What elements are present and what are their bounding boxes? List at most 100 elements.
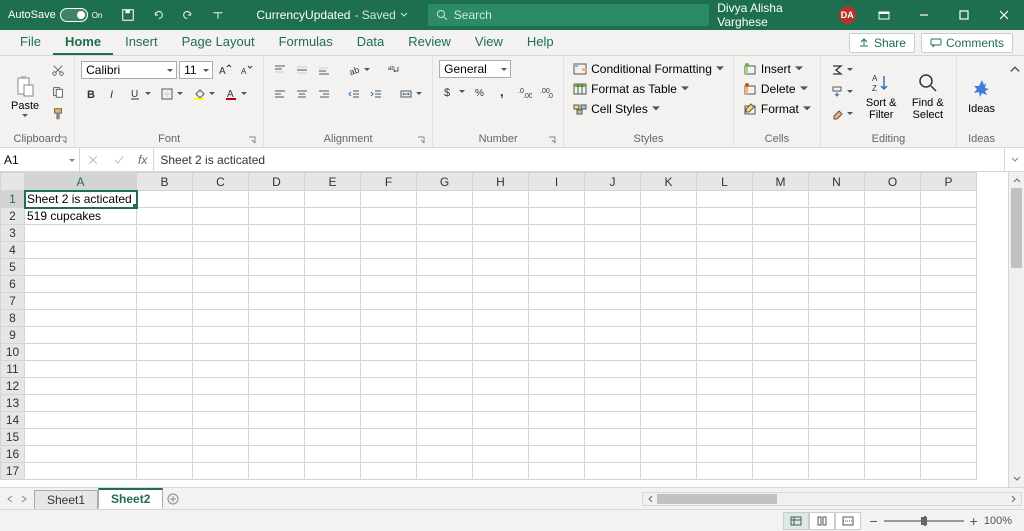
cell-J2[interactable] — [585, 208, 641, 225]
row-header-10[interactable]: 10 — [1, 344, 25, 361]
vertical-scrollbar[interactable] — [1008, 172, 1024, 487]
cell-K9[interactable] — [641, 327, 697, 344]
enter-formula-button[interactable] — [106, 151, 132, 169]
cell-K7[interactable] — [641, 293, 697, 310]
clear-button[interactable] — [827, 104, 857, 124]
search-input[interactable]: Search — [428, 4, 709, 26]
cell-B7[interactable] — [137, 293, 193, 310]
cell-P17[interactable] — [921, 463, 977, 480]
cell-L13[interactable] — [697, 395, 753, 412]
decrease-decimal-button[interactable]: .00.0 — [537, 82, 557, 102]
row-header-11[interactable]: 11 — [1, 361, 25, 378]
cell-H11[interactable] — [473, 361, 529, 378]
cell-B14[interactable] — [137, 412, 193, 429]
fx-icon[interactable]: fx — [132, 153, 153, 167]
increase-decimal-button[interactable]: .0.00 — [515, 82, 535, 102]
cell-D6[interactable] — [249, 276, 305, 293]
cell-D14[interactable] — [249, 412, 305, 429]
alignment-dialog-launcher[interactable] — [416, 135, 426, 145]
sheet-tab-sheet1[interactable]: Sheet1 — [34, 490, 98, 509]
cell-J17[interactable] — [585, 463, 641, 480]
cell-F11[interactable] — [361, 361, 417, 378]
cell-F12[interactable] — [361, 378, 417, 395]
cell-J5[interactable] — [585, 259, 641, 276]
cell-O4[interactable] — [865, 242, 921, 259]
cell-B3[interactable] — [137, 225, 193, 242]
cell-P15[interactable] — [921, 429, 977, 446]
cell-I17[interactable] — [529, 463, 585, 480]
cell-C16[interactable] — [193, 446, 249, 463]
cell-O3[interactable] — [865, 225, 921, 242]
cell-D7[interactable] — [249, 293, 305, 310]
scroll-up-button[interactable] — [1009, 172, 1024, 188]
cell-I10[interactable] — [529, 344, 585, 361]
align-left-button[interactable] — [270, 84, 290, 104]
cell-G17[interactable] — [417, 463, 473, 480]
cell-N5[interactable] — [809, 259, 865, 276]
align-top-button[interactable] — [270, 60, 290, 80]
cell-O8[interactable] — [865, 310, 921, 327]
tab-page-layout[interactable]: Page Layout — [170, 30, 267, 55]
tab-insert[interactable]: Insert — [113, 30, 170, 55]
cell-D8[interactable] — [249, 310, 305, 327]
cell-G11[interactable] — [417, 361, 473, 378]
cell-F5[interactable] — [361, 259, 417, 276]
cell-K14[interactable] — [641, 412, 697, 429]
cell-A7[interactable] — [25, 293, 137, 310]
cell-I2[interactable] — [529, 208, 585, 225]
cell-M15[interactable] — [753, 429, 809, 446]
cell-B8[interactable] — [137, 310, 193, 327]
zoom-out-button[interactable]: − — [869, 513, 877, 529]
cell-A12[interactable] — [25, 378, 137, 395]
cell-K2[interactable] — [641, 208, 697, 225]
bold-button[interactable]: B — [81, 84, 101, 104]
cell-H14[interactable] — [473, 412, 529, 429]
cell-P1[interactable] — [921, 191, 977, 208]
align-middle-button[interactable] — [292, 60, 312, 80]
cell-I16[interactable] — [529, 446, 585, 463]
tab-review[interactable]: Review — [396, 30, 463, 55]
row-header-2[interactable]: 2 — [1, 208, 25, 225]
cell-N11[interactable] — [809, 361, 865, 378]
cell-K13[interactable] — [641, 395, 697, 412]
cell-L5[interactable] — [697, 259, 753, 276]
cell-O12[interactable] — [865, 378, 921, 395]
cell-G4[interactable] — [417, 242, 473, 259]
tab-help[interactable]: Help — [515, 30, 566, 55]
cell-J3[interactable] — [585, 225, 641, 242]
cell-J6[interactable] — [585, 276, 641, 293]
cell-C9[interactable] — [193, 327, 249, 344]
cell-J14[interactable] — [585, 412, 641, 429]
minimize-button[interactable] — [904, 0, 944, 30]
autosave-toggle[interactable]: AutoSave On — [0, 8, 110, 22]
cell-I5[interactable] — [529, 259, 585, 276]
row-header-5[interactable]: 5 — [1, 259, 25, 276]
cell-E13[interactable] — [305, 395, 361, 412]
cell-B13[interactable] — [137, 395, 193, 412]
cell-H9[interactable] — [473, 327, 529, 344]
cell-L4[interactable] — [697, 242, 753, 259]
prev-sheet-button[interactable] — [6, 492, 14, 506]
scroll-down-button[interactable] — [1009, 471, 1024, 487]
cell-E4[interactable] — [305, 242, 361, 259]
cell-N3[interactable] — [809, 225, 865, 242]
cell-E7[interactable] — [305, 293, 361, 310]
tab-file[interactable]: File — [8, 30, 53, 55]
cell-N12[interactable] — [809, 378, 865, 395]
cell-D16[interactable] — [249, 446, 305, 463]
increase-font-button[interactable]: A — [215, 60, 235, 80]
font-dialog-launcher[interactable] — [247, 135, 257, 145]
row-header-15[interactable]: 15 — [1, 429, 25, 446]
cell-L8[interactable] — [697, 310, 753, 327]
cell-I3[interactable] — [529, 225, 585, 242]
cell-I13[interactable] — [529, 395, 585, 412]
cell-I15[interactable] — [529, 429, 585, 446]
cell-B16[interactable] — [137, 446, 193, 463]
cell-B9[interactable] — [137, 327, 193, 344]
cell-B12[interactable] — [137, 378, 193, 395]
cell-F7[interactable] — [361, 293, 417, 310]
cell-K16[interactable] — [641, 446, 697, 463]
delete-cells-button[interactable]: Delete — [740, 80, 814, 98]
cell-K10[interactable] — [641, 344, 697, 361]
cell-D15[interactable] — [249, 429, 305, 446]
